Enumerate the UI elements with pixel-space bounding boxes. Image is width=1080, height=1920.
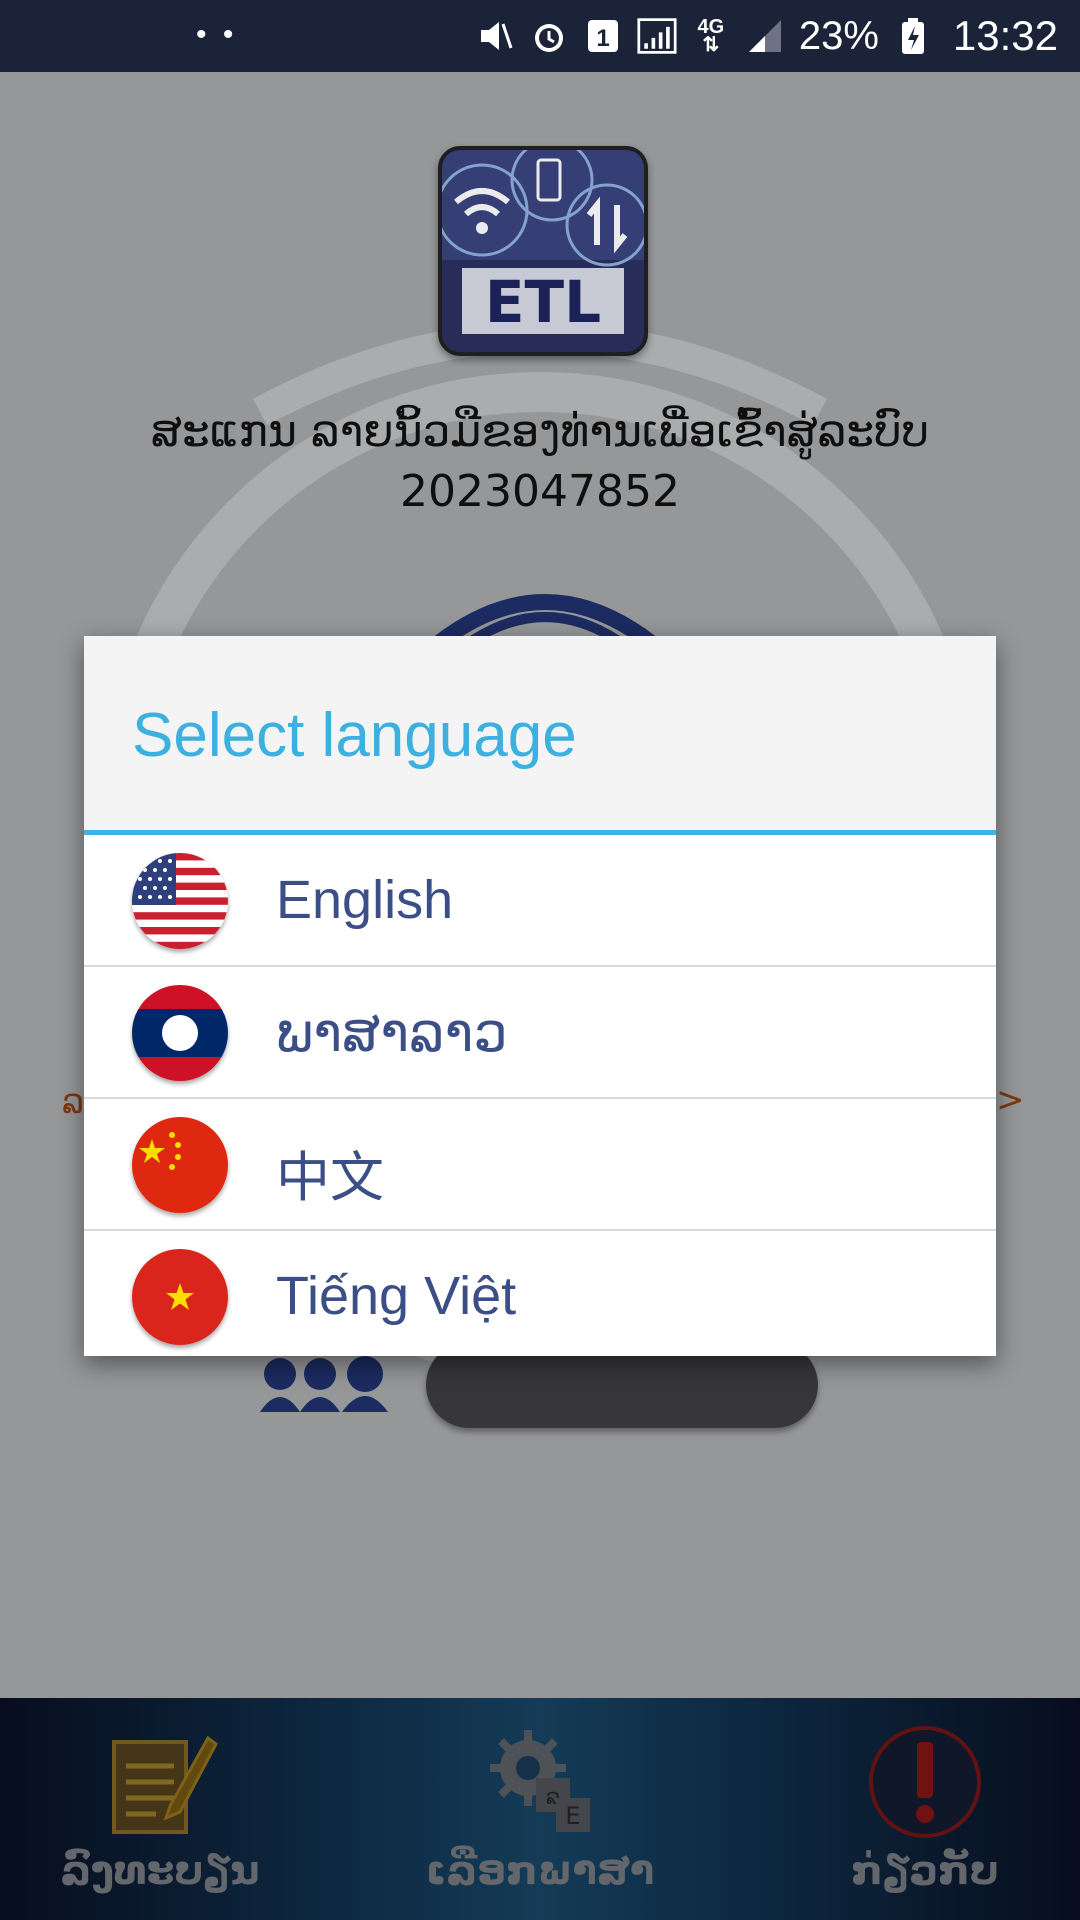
- dialog-header: Select language: [84, 636, 996, 835]
- clock: 13:32: [952, 12, 1058, 59]
- dialog-title: Select language: [132, 701, 577, 770]
- language-option-chinese[interactable]: 中文: [84, 1099, 996, 1231]
- mute-icon: [475, 16, 515, 56]
- china-flag-icon: [132, 1117, 228, 1213]
- language-label-lao: ພາສາລາວ: [276, 1003, 508, 1063]
- signal-bars-icon: [745, 16, 785, 56]
- us-flag-icon: [132, 853, 228, 949]
- vietnam-flag-icon: [132, 1249, 228, 1345]
- notification-dots: • •: [196, 18, 238, 51]
- language-option-english[interactable]: English: [84, 835, 996, 967]
- alarm-icon: [529, 16, 569, 56]
- language-label-chinese: 中文: [276, 1148, 384, 1208]
- status-icons: 1 4G ⇅ 23% 13:32: [475, 0, 1058, 72]
- language-dialog: Select language English ພາສາລາວ 中文 Tiếng…: [84, 636, 996, 1356]
- data-arrows-icon: ⇅: [702, 34, 720, 56]
- language-label-english: English: [276, 870, 454, 930]
- signal-strength-icon: [637, 16, 677, 56]
- laos-flag-icon: [132, 985, 228, 1081]
- status-bar: • • 1 4G ⇅ 23% 13:32: [0, 0, 1080, 72]
- battery-charging-icon: [893, 16, 933, 56]
- battery-percent: 23%: [798, 13, 879, 58]
- sim-slot-icon: 1: [583, 16, 623, 56]
- language-label-vietnamese: Tiếng Việt: [276, 1266, 517, 1326]
- svg-text:1: 1: [596, 25, 609, 52]
- language-option-vietnamese[interactable]: Tiếng Việt: [84, 1231, 996, 1356]
- language-option-lao[interactable]: ພາສາລາວ: [84, 967, 996, 1099]
- network-type-icon: 4G ⇅: [697, 16, 725, 56]
